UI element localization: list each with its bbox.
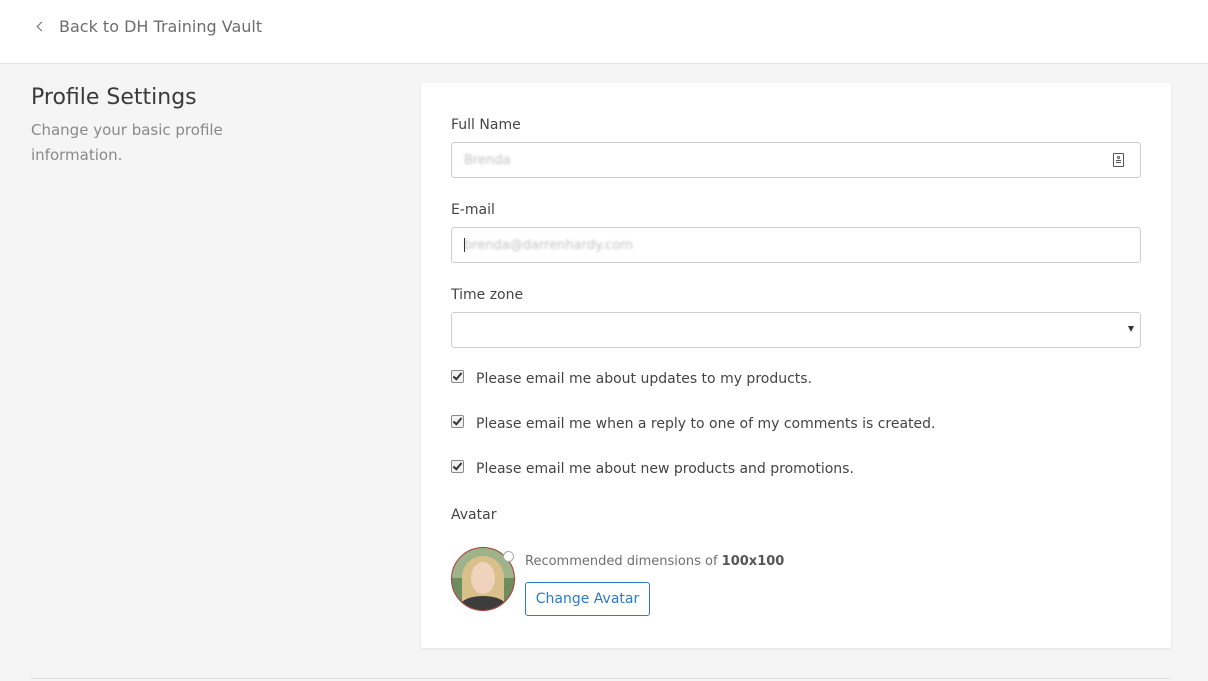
timezone-field[interactable] — [451, 312, 1141, 348]
text-cursor — [464, 238, 465, 252]
chevron-left-icon — [36, 21, 47, 32]
checkbox-row-promotions[interactable]: Please email me about new products and p… — [451, 459, 854, 477]
promotions-checkbox-label: Please email me about new products and p… — [476, 461, 854, 477]
change-avatar-button[interactable]: Change Avatar — [525, 582, 650, 616]
settings-intro: Profile Settings Change your basic profi… — [31, 85, 331, 168]
avatar-body — [460, 596, 506, 610]
page-description: Change your basic profile information. — [31, 121, 223, 164]
footer-divider — [31, 678, 1171, 679]
timezone-select[interactable] — [452, 313, 1140, 347]
email-label: E-mail — [451, 202, 495, 218]
email-field[interactable] — [451, 227, 1141, 263]
replies-checkbox[interactable] — [451, 414, 464, 428]
caret-down-icon — [1128, 326, 1134, 332]
checkbox-row-updates[interactable]: Please email me about updates to my prod… — [451, 369, 813, 387]
timezone-label: Time zone — [451, 287, 524, 303]
full-name-label: Full Name — [451, 117, 521, 133]
updates-checkbox[interactable] — [451, 369, 464, 383]
avatar-recommendation-text: Recommended dimensions of — [525, 554, 718, 569]
promotions-checkbox[interactable] — [451, 459, 464, 473]
avatar-recommendation-size: 100x100 — [721, 554, 785, 569]
profile-form-card: Full Name E-mail Time zone Please email … — [421, 83, 1171, 648]
avatar-label: Avatar — [451, 507, 497, 523]
avatar-face — [471, 562, 495, 594]
contact-card-icon[interactable] — [1113, 153, 1124, 167]
back-link[interactable]: Back to DH Training Vault — [34, 17, 262, 36]
full-name-field[interactable] — [451, 142, 1141, 178]
checkbox-row-replies[interactable]: Please email me when a reply to one of m… — [451, 414, 936, 432]
replies-checkbox-label: Please email me when a reply to one of m… — [476, 416, 936, 432]
updates-checkbox-label: Please email me about updates to my prod… — [476, 371, 813, 387]
avatar-recommendation: Recommended dimensions of 100x100 — [525, 554, 784, 569]
top-bar: Back to DH Training Vault — [0, 0, 1208, 64]
email-input[interactable] — [452, 228, 1140, 262]
clock-icon — [503, 551, 514, 562]
back-link-label: Back to DH Training Vault — [59, 17, 263, 36]
page-title: Profile Settings — [31, 85, 197, 110]
full-name-input[interactable] — [452, 143, 1140, 177]
